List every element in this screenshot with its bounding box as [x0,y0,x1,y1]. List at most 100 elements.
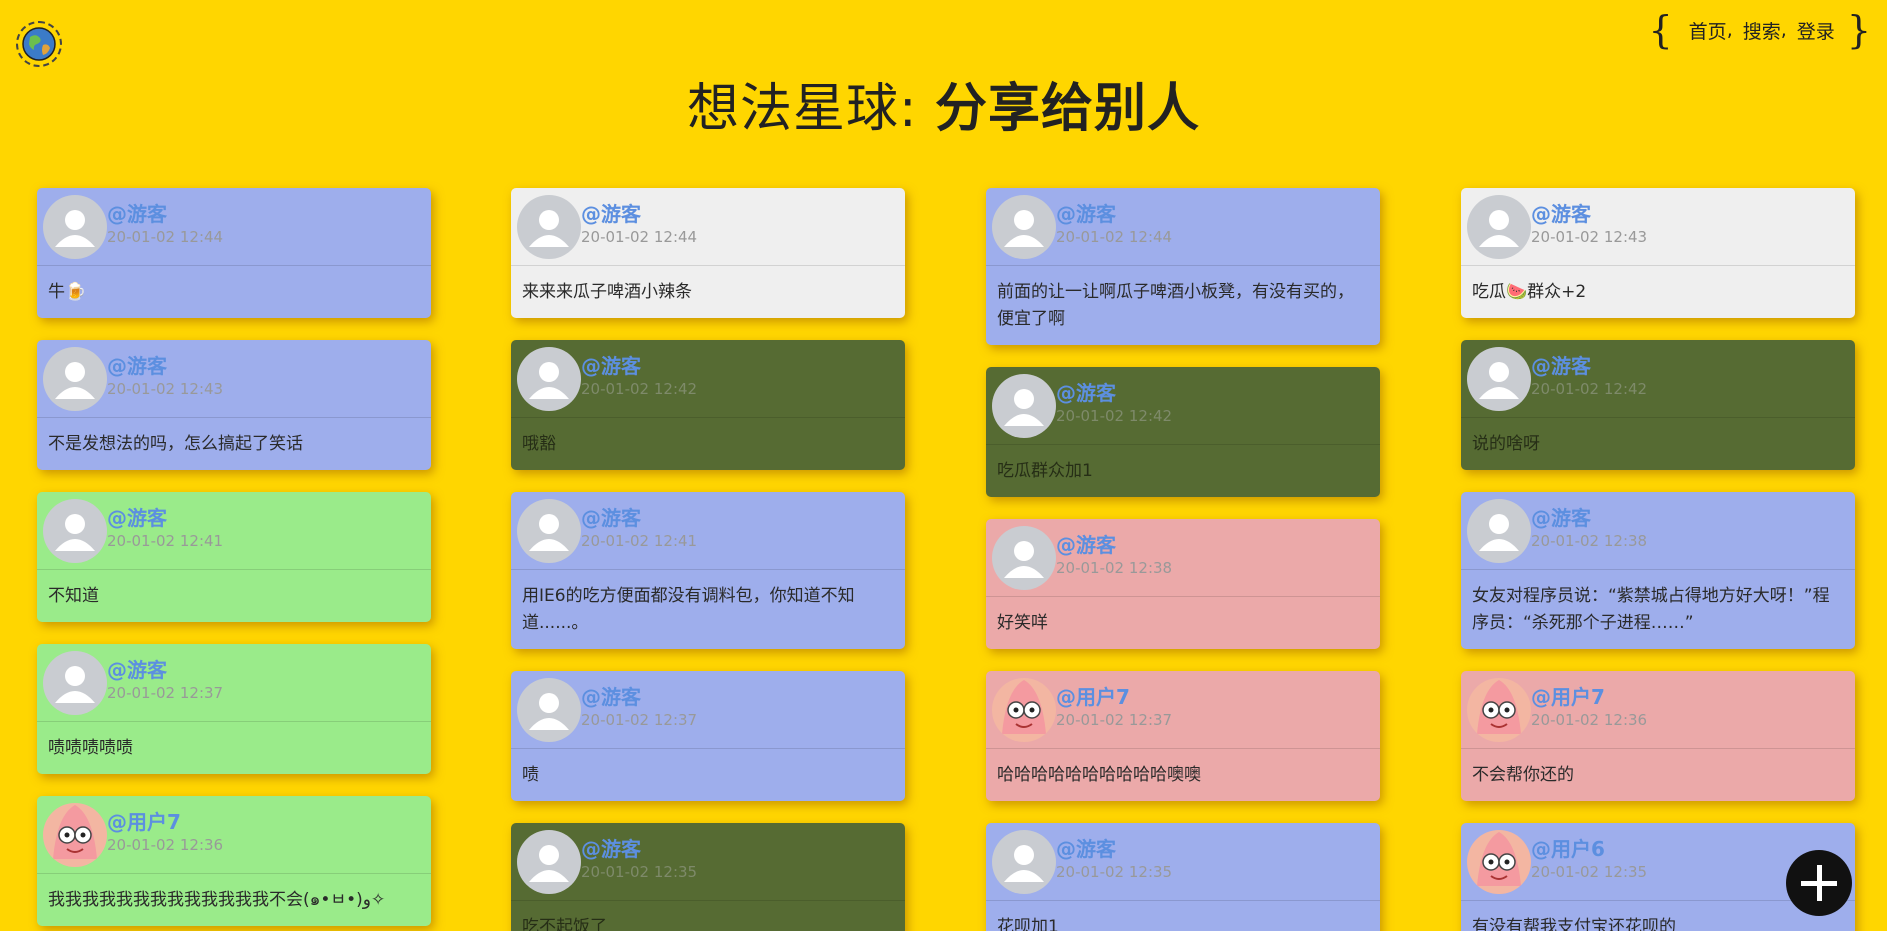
user-avatar[interactable] [43,803,107,867]
post-card[interactable]: @游客 20-01-02 12:43 不是发想法的吗，怎么搞起了笑话 [37,340,431,470]
post-username[interactable]: @游客 [581,198,641,227]
post-username[interactable]: @游客 [1056,377,1116,406]
default-user-icon[interactable] [517,830,581,894]
top-nav: { 首页, 搜索, 登录 } [1648,10,1871,50]
post-username[interactable]: @游客 [581,681,641,710]
post-username[interactable]: @游客 [107,502,167,531]
post-card[interactable]: @游客 20-01-02 12:42 哦豁 [511,340,905,470]
post-card[interactable]: @游客 20-01-02 12:42 说的啥呀 [1461,340,1855,470]
post-card[interactable]: @游客 20-01-02 12:44 前面的让一让啊瓜子啤酒小板凳，有没有买的，便宜… [986,188,1380,345]
default-user-icon[interactable] [1467,347,1531,411]
post-header: @游客 20-01-02 12:42 [511,340,905,418]
default-user-icon[interactable] [1467,195,1531,259]
post-time: 20-01-02 12:35 [1531,863,1648,881]
post-time: 20-01-02 12:43 [107,380,224,398]
post-content: 来来来瓜子啤酒小辣条 [522,282,692,302]
post-username[interactable]: @用户7 [107,806,181,835]
nav-link-0[interactable]: 首页 [1689,17,1727,44]
default-user-icon[interactable] [992,526,1056,590]
post-content: 牛🍺 [48,282,87,302]
post-username[interactable]: @用户7 [1531,681,1605,710]
default-user-icon[interactable] [43,499,107,563]
post-card[interactable]: @游客 20-01-02 12:38 好笑咩 [986,519,1380,649]
post-username[interactable]: @游客 [1056,833,1116,862]
post-username[interactable]: @游客 [581,350,641,379]
post-username[interactable]: @游客 [107,198,167,227]
post-username[interactable]: @用户7 [1056,681,1130,710]
post-username[interactable]: @游客 [107,654,167,683]
post-card[interactable]: @游客 20-01-02 12:41 不知道 [37,492,431,622]
post-time: 20-01-02 12:36 [107,836,224,854]
default-user-icon[interactable] [43,651,107,715]
post-card[interactable]: @游客 20-01-02 12:37 啧 [511,671,905,801]
default-user-icon[interactable] [517,195,581,259]
post-card[interactable]: @用户7 20-01-02 12:36 我我我我我我我我我我我我我不会(๑•ㅂ•)و… [37,796,431,926]
post-card[interactable]: @用户7 20-01-02 12:37 哈哈哈哈哈哈哈哈哈哈噢噢 [986,671,1380,801]
nav-link-2[interactable]: 登录 [1797,17,1835,44]
post-card[interactable]: @游客 20-01-02 12:35 吃不起饭了 [511,823,905,931]
post-username[interactable]: @游客 [581,502,641,531]
post-header: @用户7 20-01-02 12:36 [37,796,431,874]
post-header: @游客 20-01-02 12:35 [511,823,905,901]
post-header: @用户7 20-01-02 12:37 [986,671,1380,749]
post-header: @游客 20-01-02 12:44 [511,188,905,266]
post-card[interactable]: @游客 20-01-02 12:37 啧啧啧啧啧 [37,644,431,774]
post-content: 用IE6的吃方便面都没有调料包，你知道不知道......。 [522,586,855,633]
add-post-button[interactable] [1786,850,1852,916]
post-header: @游客 20-01-02 12:37 [511,671,905,749]
post-username[interactable]: @游客 [1531,350,1591,379]
post-content: 哈哈哈哈哈哈哈哈哈哈噢噢 [997,765,1201,785]
user-avatar[interactable] [992,678,1056,742]
post-header: @游客 20-01-02 12:42 [986,367,1380,445]
site-logo[interactable] [16,21,62,67]
post-username[interactable]: @游客 [1056,529,1116,558]
user-avatar[interactable] [1467,830,1531,894]
post-content: 花呗加1 [997,917,1059,931]
post-content: 吃瓜🍉群众+2 [1472,282,1587,302]
page-title: 想法星球: 分享给别人 [0,66,1887,141]
default-user-icon[interactable] [517,499,581,563]
post-content: 哦豁 [522,434,556,454]
post-time: 20-01-02 12:42 [1531,380,1648,398]
post-username[interactable]: @游客 [1531,502,1591,531]
default-user-icon[interactable] [43,347,107,411]
default-user-icon[interactable] [992,195,1056,259]
post-username[interactable]: @游客 [107,350,167,379]
post-time: 20-01-02 12:44 [107,228,224,246]
post-username[interactable]: @游客 [1056,198,1116,227]
default-user-icon[interactable] [992,830,1056,894]
post-time: 20-01-02 12:42 [581,380,698,398]
user-avatar[interactable] [1467,678,1531,742]
default-user-icon[interactable] [517,347,581,411]
post-card[interactable]: @用户7 20-01-02 12:36 不会帮你还的 [1461,671,1855,801]
post-time: 20-01-02 12:44 [1056,228,1173,246]
nav-separator: , [1780,19,1787,41]
nav-separator: , [1726,19,1733,41]
post-time: 20-01-02 12:44 [581,228,698,246]
post-header: @游客 20-01-02 12:37 [37,644,431,722]
post-header: @游客 20-01-02 12:38 [1461,492,1855,570]
post-username[interactable]: @游客 [581,833,641,862]
post-column: @游客 20-01-02 12:43 吃瓜🍉群众+2 @游客 20-01-02 12:4… [1461,188,1855,931]
post-time: 20-01-02 12:37 [1056,711,1173,729]
default-user-icon[interactable] [517,678,581,742]
post-column: @游客 20-01-02 12:44 前面的让一让啊瓜子啤酒小板凳，有没有买的，便宜… [986,188,1380,931]
post-card[interactable]: @游客 20-01-02 12:35 花呗加1 [986,823,1380,931]
default-user-icon[interactable] [992,374,1056,438]
post-time: 20-01-02 12:41 [107,532,224,550]
default-user-icon[interactable] [43,195,107,259]
right-brace: } [1846,8,1871,52]
post-username[interactable]: @游客 [1531,198,1591,227]
post-card[interactable]: @游客 20-01-02 12:38 女友对程序员说：“紫禁城占得地方好大呀！”程序… [1461,492,1855,649]
post-time: 20-01-02 12:41 [581,532,698,550]
default-user-icon[interactable] [1467,499,1531,563]
post-card[interactable]: @游客 20-01-02 12:41 用IE6的吃方便面都没有调料包，你知道不知道.… [511,492,905,649]
post-card[interactable]: @游客 20-01-02 12:42 吃瓜群众加1 [986,367,1380,497]
post-time: 20-01-02 12:38 [1531,532,1648,550]
post-card[interactable]: @游客 20-01-02 12:43 吃瓜🍉群众+2 [1461,188,1855,318]
post-username[interactable]: @用户6 [1531,833,1605,862]
post-card[interactable]: @游客 20-01-02 12:44 牛🍺 [37,188,431,318]
post-card[interactable]: @游客 20-01-02 12:44 来来来瓜子啤酒小辣条 [511,188,905,318]
post-header: @游客 20-01-02 12:43 [1461,188,1855,266]
nav-link-1[interactable]: 搜索 [1743,17,1781,44]
